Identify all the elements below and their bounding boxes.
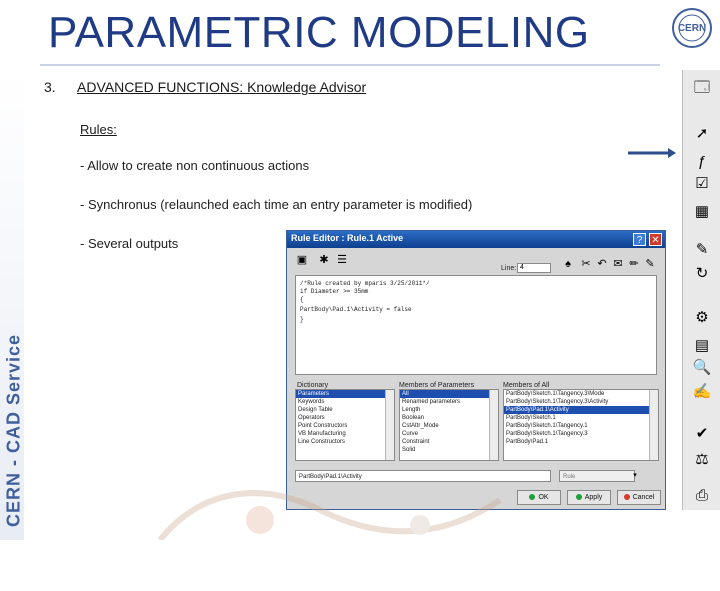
cancel-dot-icon — [623, 494, 630, 501]
reaction-icon[interactable]: ↻ — [689, 260, 715, 286]
members-all-list[interactable]: PartBody\Sketch.1\Tangency.3\Mode PartBo… — [503, 389, 659, 461]
list-item[interactable]: Solid — [400, 446, 498, 454]
code-line: if Diameter >= 35mm — [300, 288, 369, 295]
bullet-2: - Synchronus (relaunched each time an en… — [80, 197, 473, 212]
list-item[interactable]: Design Table — [296, 406, 394, 414]
report-icon[interactable]: ⎙ — [689, 482, 715, 508]
bullet-1: - Allow to create non continuous actions — [80, 158, 310, 173]
undo-icon[interactable]: ↶ — [595, 257, 609, 271]
find-icon[interactable]: ♠ — [561, 257, 575, 271]
members-header: Members of Parameters — [399, 382, 475, 389]
rule-icon[interactable]: ✎ — [689, 236, 715, 262]
cern-logo-icon: CERN — [672, 8, 712, 48]
insert-parameter-icon[interactable]: ▣ — [295, 253, 309, 267]
list-item[interactable]: CstAttr_Mode — [400, 422, 498, 430]
side-label: CERN - CAD Service — [3, 333, 24, 528]
cancel-label: Cancel — [632, 494, 655, 501]
search-icon[interactable]: 🔍 — [689, 354, 715, 380]
list-item[interactable]: Curve — [400, 430, 498, 438]
code-line: /*Rule created by mparis 3/25/2011*/ — [300, 280, 430, 287]
design-table-icon[interactable]: ▦ — [689, 198, 715, 224]
list-item[interactable]: PartBody\Pad.1\Activity — [504, 406, 658, 414]
new-parameter-icon[interactable]: ✱ — [317, 253, 331, 267]
rule-code-editor[interactable]: /*Rule created by mparis 3/25/2011*/ if … — [295, 275, 657, 375]
list-item[interactable]: PartBody\Sketch.1 — [504, 414, 658, 422]
list-item[interactable]: Line Constructors — [296, 438, 394, 446]
dictionary-scrollbar[interactable] — [385, 390, 394, 460]
members-all-scrollbar[interactable] — [649, 390, 658, 460]
members-scrollbar[interactable] — [489, 390, 498, 460]
dictionary-list[interactable]: Parameters Keywords Design Table Operato… — [295, 389, 395, 461]
rule-editor-dialog: Rule Editor : Rule.1 Active ? ✕ ▣ ✱ ☰ Li… — [286, 230, 666, 510]
dictionary-header: Dictionary — [297, 382, 329, 389]
dialog-title: Rule Editor : Rule.1 Active — [291, 233, 404, 243]
select-arrow-icon[interactable]: ➚ — [689, 120, 715, 146]
list-item[interactable]: Boolean — [400, 414, 498, 422]
list-item[interactable]: Length — [400, 406, 498, 414]
list-item[interactable]: Renamed parameters — [400, 398, 498, 406]
list-item[interactable]: PartBody\Sketch.1\Tangency.3 — [504, 430, 658, 438]
knowledge-toolbar: 🗔 ➚ ƒ ☑ ▦ ✎ ↻ ⚙ ▤ 🔍 ✍ ✔ ⚖ ⎙ — [682, 70, 720, 510]
update-icon[interactable]: ⚙ — [689, 304, 715, 330]
list-item[interactable]: All — [400, 390, 498, 398]
close-button[interactable]: ✕ — [649, 233, 662, 246]
help-button[interactable]: ? — [633, 233, 646, 246]
code-line: { — [300, 296, 304, 303]
pointer-arrow-icon — [628, 148, 676, 158]
title-divider — [40, 64, 660, 66]
cut-icon[interactable]: ✂ — [579, 257, 593, 271]
checkbox-icon[interactable]: ☑ — [689, 170, 715, 196]
list-item[interactable]: PartBody\Sketch.1\Tangency.3\Activity — [504, 398, 658, 406]
edit-list-icon[interactable]: ☰ — [335, 253, 349, 267]
section-number: 3. — [44, 79, 56, 95]
check-icon[interactable]: ✔ — [689, 420, 715, 446]
dialog-titlebar: Rule Editor : Rule.1 Active ? ✕ — [287, 231, 665, 248]
list-item[interactable]: PartBody\Pad.1 — [504, 438, 658, 446]
members-list[interactable]: All Renamed parameters Length Boolean Cs… — [399, 389, 499, 461]
list-item[interactable]: Parameters — [296, 390, 394, 398]
list-item[interactable]: PartBody\Sketch.1\Tangency.3\Mode — [504, 390, 658, 398]
line-number-field[interactable]: 4 — [517, 263, 551, 273]
bullet-3: - Several outputs — [80, 236, 179, 251]
list-item[interactable]: PartBody\Sketch.1\Tangency.1 — [504, 422, 658, 430]
cancel-button[interactable]: Cancel — [617, 490, 661, 505]
list-item[interactable]: VB Manufacturing — [296, 430, 394, 438]
line-label: Line: — [501, 265, 517, 272]
cern-logo-text: CERN — [678, 23, 706, 34]
slide-title: PARAMETRIC MODELING — [48, 8, 590, 57]
list-item[interactable]: Operators — [296, 414, 394, 422]
rules-heading: Rules: — [80, 122, 117, 137]
comment-icon[interactable]: ✉ — [611, 257, 625, 271]
list-item[interactable]: Constraint — [400, 438, 498, 446]
chevron-down-icon[interactable]: ▾ — [629, 470, 641, 482]
section-title: ADVANCED FUNCTIONS: Knowledge Advisor — [77, 79, 367, 95]
code-line: PartBody\Pad.1\Activity = false — [300, 306, 412, 313]
law-icon[interactable]: ⚖ — [689, 446, 715, 472]
catia-logo-icon[interactable]: 🗔 — [689, 76, 715, 102]
list-item[interactable]: Point Constructors — [296, 422, 394, 430]
list-item[interactable]: Keywords — [296, 398, 394, 406]
members-all-header: Members of All — [503, 382, 550, 389]
code-line: } — [300, 316, 304, 323]
wizard-icon[interactable]: ✏ — [627, 257, 641, 271]
comment-icon[interactable]: ✍ — [689, 378, 715, 404]
edit-icon[interactable]: ✎ — [643, 257, 657, 271]
background-cad-image — [157, 490, 502, 540]
